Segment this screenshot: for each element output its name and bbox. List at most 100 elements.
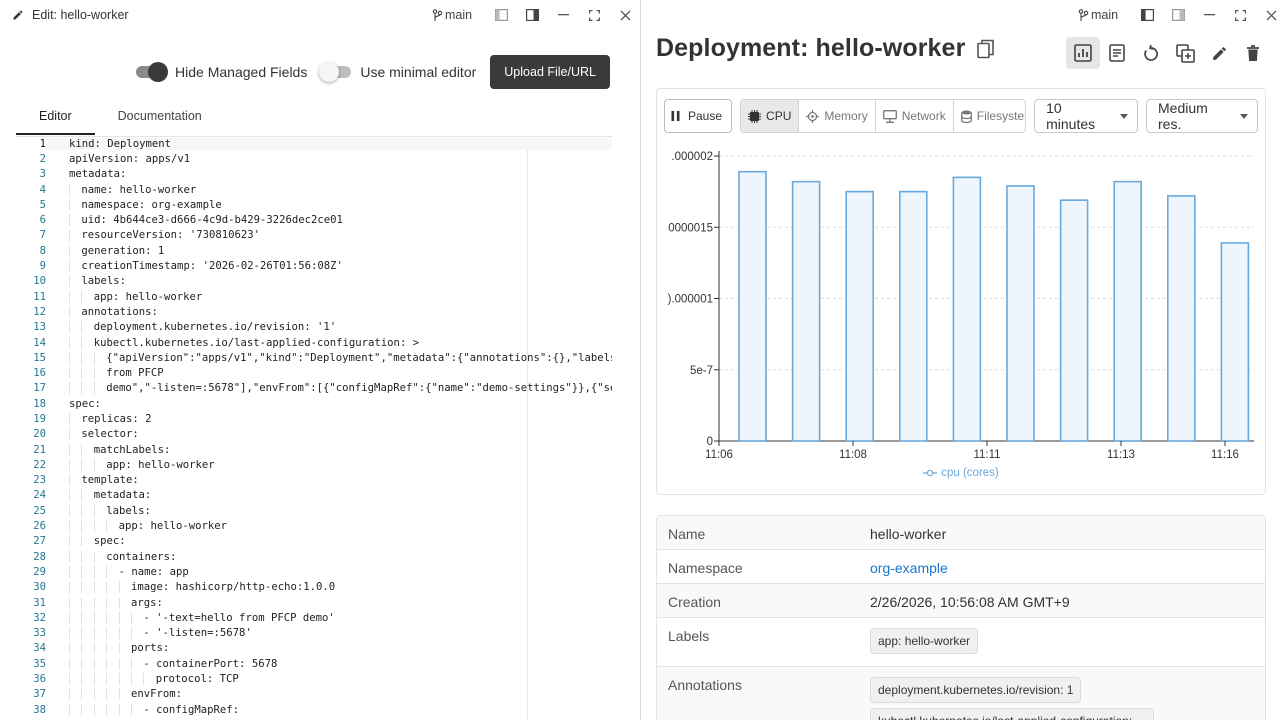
git-branch-icon (432, 9, 443, 21)
code-line[interactable]: 20 selector: (16, 427, 612, 442)
delete-button[interactable] (1236, 37, 1270, 69)
hide-managed-fields-toggle[interactable]: Hide Managed Fields (136, 62, 307, 82)
copy-name-button[interactable] (977, 39, 995, 59)
chart-legend[interactable]: cpu (cores) (657, 467, 1265, 479)
line-number: 12 (33, 305, 46, 318)
code-line[interactable]: 8 generation: 1 (16, 243, 612, 258)
use-minimal-editor-toggle[interactable]: Use minimal editor (319, 62, 477, 82)
line-content: kind: Deployment (69, 137, 172, 150)
indent-guide (69, 458, 70, 471)
line-content: generation: 1 (81, 244, 165, 257)
restart-button[interactable] (1134, 37, 1168, 69)
minimize-button[interactable] (1194, 0, 1225, 30)
line-number: 3 (39, 168, 46, 181)
line-text: image: hashicorp/http-echo:1.0.0 (46, 581, 612, 594)
code-line[interactable]: 31 args: (16, 595, 612, 610)
annotation-chip[interactable]: kubectl.kubernetes.io/last-applied-confi… (870, 708, 1154, 720)
indent-guide (69, 596, 70, 609)
indent-guide (69, 642, 70, 655)
code-line[interactable]: 33 - '-listen=:5678' (16, 626, 612, 641)
code-line[interactable]: 3 metadata: (16, 167, 612, 182)
code-line[interactable]: 19 replicas: 2 (16, 411, 612, 426)
tab-cpu[interactable]: CPU (741, 100, 800, 132)
yaml-code-editor[interactable]: 1 kind: Deployment 2 apiVersion: apps/v1 3 me… (16, 136, 612, 720)
code-line[interactable]: 22 app: hello-worker (16, 457, 612, 472)
code-line[interactable]: 38 - configMapRef: (16, 702, 612, 717)
code-line[interactable]: 21 matchLabels: (16, 442, 612, 457)
namespace-link[interactable]: org-example (870, 560, 948, 576)
tab-documentation[interactable]: Documentation (95, 99, 225, 133)
code-line[interactable]: 10 labels: (16, 274, 612, 289)
code-line[interactable]: 28 containers: (16, 549, 612, 564)
code-line[interactable]: 2 apiVersion: apps/v1 (16, 151, 612, 166)
network-icon (882, 109, 897, 123)
code-line[interactable]: 30 image: hashicorp/http-echo:1.0.0 (16, 580, 612, 595)
toggle-right-sidebar-button[interactable] (517, 0, 548, 30)
memory-icon (806, 109, 820, 123)
line-number: 22 (33, 458, 46, 471)
line-content: from PFCP (106, 367, 164, 380)
metrics-button[interactable] (1066, 37, 1100, 69)
line-content: creationTimestamp: '2026-02-26T01:56:08Z… (81, 260, 343, 273)
code-line[interactable]: 32 - '-text=hello from PFCP demo' (16, 610, 612, 625)
code-line[interactable]: 23 template: (16, 473, 612, 488)
annotation-chip[interactable]: deployment.kubernetes.io/revision: 1 (870, 677, 1082, 703)
maximize-button[interactable] (1225, 0, 1256, 30)
minimize-button[interactable] (548, 0, 579, 30)
toggle-left-sidebar-button[interactable] (1132, 0, 1163, 30)
indent-guide (81, 596, 83, 609)
close-button[interactable] (610, 0, 640, 30)
code-line[interactable]: 16 from PFCP (16, 365, 612, 380)
code-line[interactable]: 13 deployment.kubernetes.io/revision: '1' (16, 320, 612, 335)
tab-memory[interactable]: Memory (799, 100, 876, 132)
line-number: 33 (33, 627, 46, 640)
use-minimal-editor-label: Use minimal editor (360, 64, 477, 80)
code-line[interactable]: 27 spec: (16, 534, 612, 549)
indent-guide (118, 627, 120, 640)
code-line[interactable]: 7 resourceVersion: '730810623' (16, 228, 612, 243)
code-line[interactable]: 36 protocol: TCP (16, 671, 612, 686)
edit-button[interactable] (1202, 37, 1236, 69)
code-line[interactable]: 11 app: hello-worker (16, 289, 612, 304)
indent-guide (106, 596, 108, 609)
code-line[interactable]: 4 name: hello-worker (16, 182, 612, 197)
code-line[interactable]: 14 kubectl.kubernetes.io/last-applied-con… (16, 335, 612, 350)
upload-file-url-button[interactable]: Upload File/URL (490, 55, 610, 89)
code-line[interactable]: 6 uid: 4b644ce3-d666-4c9d-b429-3226dec2ce… (16, 212, 612, 227)
tab-editor[interactable]: Editor (16, 99, 95, 135)
tab-filesystem[interactable]: Filesystem (954, 100, 1025, 132)
indent-guide (69, 244, 70, 257)
indent-guide (69, 198, 70, 211)
code-line[interactable]: 17 demo","-listen=:5678"],"envFrom":[{"co… (16, 381, 612, 396)
code-line[interactable]: 29 - name: app (16, 564, 612, 579)
branch-indicator[interactable]: main (432, 8, 472, 22)
code-line[interactable]: 12 annotations: (16, 304, 612, 319)
x-tick-label: 11:16 (1211, 449, 1239, 461)
pause-button[interactable]: Pause (664, 99, 733, 133)
code-line[interactable]: 15 {"apiVersion":"apps/v1","kind":"Deploy… (16, 350, 612, 365)
code-line[interactable]: 18 spec: (16, 396, 612, 411)
toggle-left-sidebar-button[interactable] (486, 0, 517, 30)
code-line[interactable]: 34 ports: (16, 641, 612, 656)
logs-button[interactable] (1100, 37, 1134, 69)
branch-indicator[interactable]: main (1078, 8, 1118, 22)
code-line[interactable]: 24 metadata: (16, 488, 612, 503)
close-button[interactable] (1256, 0, 1280, 30)
code-line[interactable]: 37 envFrom: (16, 687, 612, 702)
code-line[interactable]: 5 namespace: org-example (16, 197, 612, 212)
code-line[interactable]: 26 app: hello-worker (16, 518, 612, 533)
maximize-button[interactable] (579, 0, 610, 30)
code-line[interactable]: 9 creationTimestamp: '2026-02-26T01:56:08… (16, 258, 612, 273)
code-line[interactable]: 25 labels: (16, 503, 612, 518)
code-line[interactable]: 1 kind: Deployment (16, 136, 612, 151)
resolution-select[interactable]: Medium res. (1146, 99, 1258, 133)
time-range-select[interactable]: 10 minutes (1034, 99, 1139, 133)
indent-guide (118, 673, 120, 686)
tab-network[interactable]: Network (876, 100, 954, 132)
code-line[interactable]: 35 - containerPort: 5678 (16, 656, 612, 671)
toggle-right-sidebar-button[interactable] (1163, 0, 1194, 30)
indent-guide (81, 581, 83, 594)
toggle-track (136, 62, 169, 82)
clone-button[interactable] (1168, 37, 1202, 69)
line-content: replicas: 2 (81, 412, 152, 425)
